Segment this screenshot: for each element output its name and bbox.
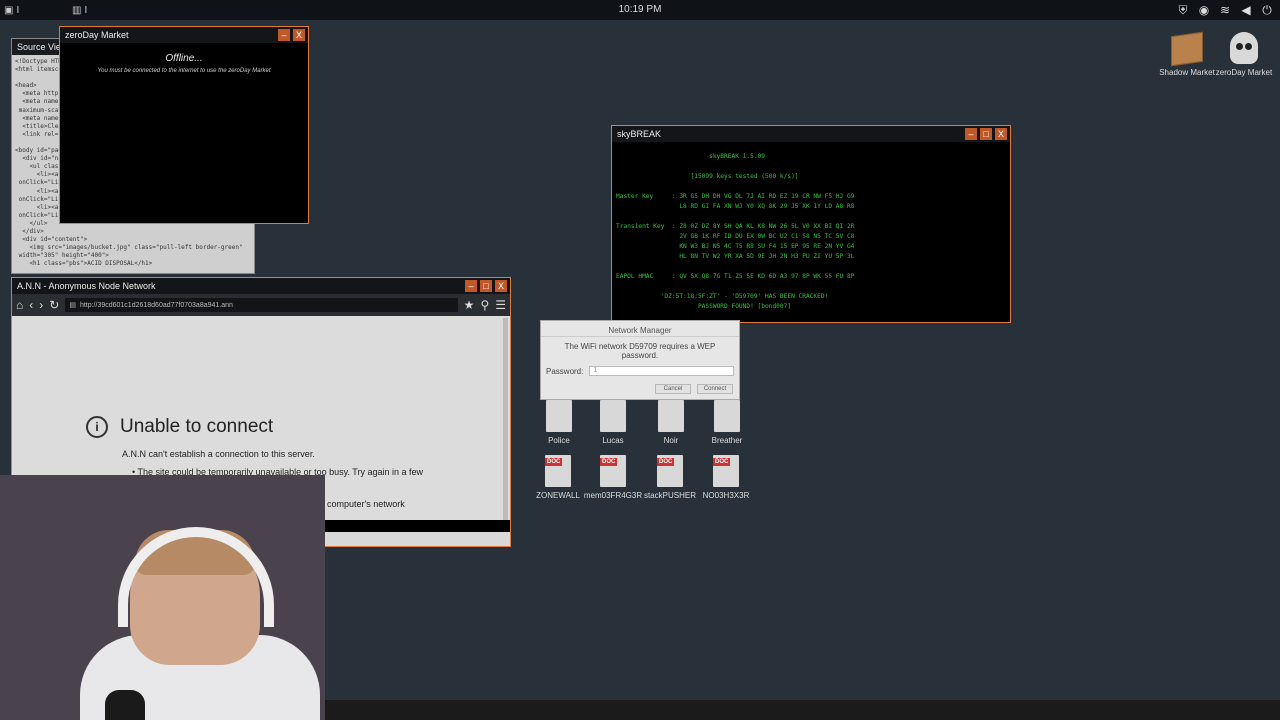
url-text: http://39cd601c1d2618d60ad77f0703a8a941.… bbox=[79, 301, 233, 309]
skull-icon bbox=[1230, 32, 1258, 64]
shield-icon[interactable]: ⛨ bbox=[1176, 3, 1190, 17]
maximize-button[interactable]: □ bbox=[980, 128, 992, 140]
desktop-icon-label: Shadow Market bbox=[1159, 68, 1215, 77]
clock: 10:19 PM bbox=[618, 4, 662, 15]
file-label: Breather bbox=[711, 436, 743, 445]
document-icon: DOC bbox=[545, 455, 571, 487]
ann-titlebar[interactable]: A.N.N - Anonymous Node Network – □ X bbox=[12, 278, 510, 294]
desktop-icon-shadow-market[interactable]: Shadow Market bbox=[1157, 31, 1217, 77]
file-label: Police bbox=[548, 436, 570, 445]
close-button[interactable]: X bbox=[995, 128, 1007, 140]
bottom-bar bbox=[325, 700, 1280, 720]
volume-icon[interactable]: ◀ bbox=[1239, 3, 1253, 17]
password-label: Password: bbox=[546, 366, 584, 376]
package-icon bbox=[1171, 31, 1203, 67]
error-heading: i Unable to connect bbox=[86, 416, 273, 438]
offline-message: You must be connected to the internet to… bbox=[97, 68, 271, 74]
document-icon: DOC bbox=[600, 455, 626, 487]
doc-file-zonewall[interactable]: DOC ZONEWALL bbox=[528, 455, 588, 500]
url-bar[interactable]: ▤ http://39cd601c1d2618d60ad77f0703a8a941… bbox=[65, 298, 458, 312]
close-button[interactable]: X bbox=[495, 280, 507, 292]
document-icon bbox=[546, 400, 572, 432]
cancel-button[interactable]: Cancel bbox=[655, 384, 691, 394]
password-input[interactable]: 1 bbox=[589, 366, 735, 376]
doc-file-police[interactable]: Police bbox=[529, 400, 589, 445]
file-label: mem03FR4G3R bbox=[583, 491, 643, 500]
offline-heading: Offline... bbox=[165, 53, 203, 64]
info-icon: i bbox=[86, 416, 108, 438]
bookmark-star-icon[interactable]: ★ bbox=[464, 298, 475, 312]
scrollbar[interactable] bbox=[503, 318, 508, 528]
doc-tag: DOC bbox=[545, 458, 563, 466]
power-icon[interactable]: ⏻ bbox=[1260, 3, 1274, 17]
error-title: Unable to connect bbox=[120, 416, 274, 437]
zeroday-market-window: zeroDay Market – X Offline... You must be… bbox=[59, 26, 309, 224]
webcam-overlay bbox=[0, 475, 325, 720]
window-title: skyBREAK bbox=[617, 129, 662, 139]
document-icon bbox=[658, 400, 684, 432]
file-label: ZONEWALL bbox=[536, 491, 580, 500]
document-icon: DOC bbox=[657, 455, 683, 487]
network-manager-dialog: Network Manager The WiFi network D59709 … bbox=[540, 320, 740, 400]
desktop-icon-label: zeroDay Market bbox=[1215, 68, 1273, 77]
page-icon: ▤ bbox=[69, 302, 76, 309]
forward-icon[interactable]: › bbox=[39, 298, 43, 312]
system-tray: ⛨ ◉ ≋ ◀ ⏻ bbox=[1176, 3, 1274, 17]
window-title: zeroDay Market bbox=[65, 30, 129, 40]
file-label: Lucas bbox=[602, 436, 624, 445]
wifi-icon[interactable]: ≋ bbox=[1218, 3, 1232, 17]
minimize-button[interactable]: – bbox=[465, 280, 477, 292]
home-icon[interactable]: ⌂ bbox=[16, 298, 23, 312]
doc-file-no03h3x3r[interactable]: DOC NO03H3X3R bbox=[696, 455, 756, 500]
error-partial-text: computer's network bbox=[327, 499, 405, 509]
back-icon[interactable]: ‹ bbox=[29, 298, 33, 312]
doc-file-noir[interactable]: Noir bbox=[641, 400, 701, 445]
skybreak-window: skyBREAK – □ X skyBREAK 1.5.09 [15099 keys… bbox=[611, 125, 1011, 323]
document-icon: DOC bbox=[713, 455, 739, 487]
dialog-title: Network Manager bbox=[541, 321, 739, 337]
close-button[interactable]: X bbox=[293, 29, 305, 41]
doc-tag: DOC bbox=[600, 458, 618, 466]
maximize-button[interactable]: □ bbox=[480, 280, 492, 292]
menu-icon[interactable]: ☰ bbox=[495, 298, 506, 312]
reload-icon[interactable]: ↻ bbox=[49, 298, 59, 312]
doc-file-mem03[interactable]: DOC mem03FR4G3R bbox=[583, 455, 643, 500]
doc-file-breather[interactable]: Breather bbox=[697, 400, 757, 445]
desktop-icon-zeroday-market[interactable]: zeroDay Market bbox=[1214, 32, 1274, 77]
zeroday-titlebar[interactable]: zeroDay Market – X bbox=[60, 27, 308, 43]
document-icon bbox=[714, 400, 740, 432]
password-row: Password: 1 bbox=[546, 366, 739, 376]
browser-toolbar: ⌂ ‹ › ↻ ▤ http://39cd601c1d2618d60ad77f07… bbox=[12, 294, 510, 316]
dialog-prompt: The WiFi network D59709 requires a WEP p… bbox=[564, 342, 716, 360]
window-title: A.N.N - Anonymous Node Network bbox=[17, 281, 156, 291]
taskbar: ▣ I ▥ I 10:19 PM ⛨ ◉ ≋ ◀ ⏻ bbox=[0, 0, 1280, 20]
file-label: NO03H3X3R bbox=[702, 491, 750, 500]
terminal-output: skyBREAK 1.5.09 [15099 keys tested (500 … bbox=[616, 153, 855, 310]
doc-file-lucas[interactable]: Lucas bbox=[583, 400, 643, 445]
minimize-button[interactable]: – bbox=[965, 128, 977, 140]
error-text: A.N.N can't establish a connection to th… bbox=[122, 449, 315, 459]
minimize-button[interactable]: – bbox=[278, 29, 290, 41]
zoom-icon[interactable]: ⚲ bbox=[480, 298, 489, 312]
doc-tag: DOC bbox=[713, 458, 731, 466]
file-label: Noir bbox=[663, 436, 679, 445]
connect-button[interactable]: Connect bbox=[697, 384, 733, 394]
document-icon bbox=[600, 400, 626, 432]
file-label: stackPUSHER bbox=[643, 491, 696, 500]
microphone bbox=[105, 690, 145, 720]
skybreak-titlebar[interactable]: skyBREAK – □ X bbox=[612, 126, 1010, 142]
doc-tag: DOC bbox=[657, 458, 675, 466]
doc-file-stackpusher[interactable]: DOC stackPUSHER bbox=[640, 455, 700, 500]
signal-icon[interactable]: ◉ bbox=[1197, 3, 1211, 17]
